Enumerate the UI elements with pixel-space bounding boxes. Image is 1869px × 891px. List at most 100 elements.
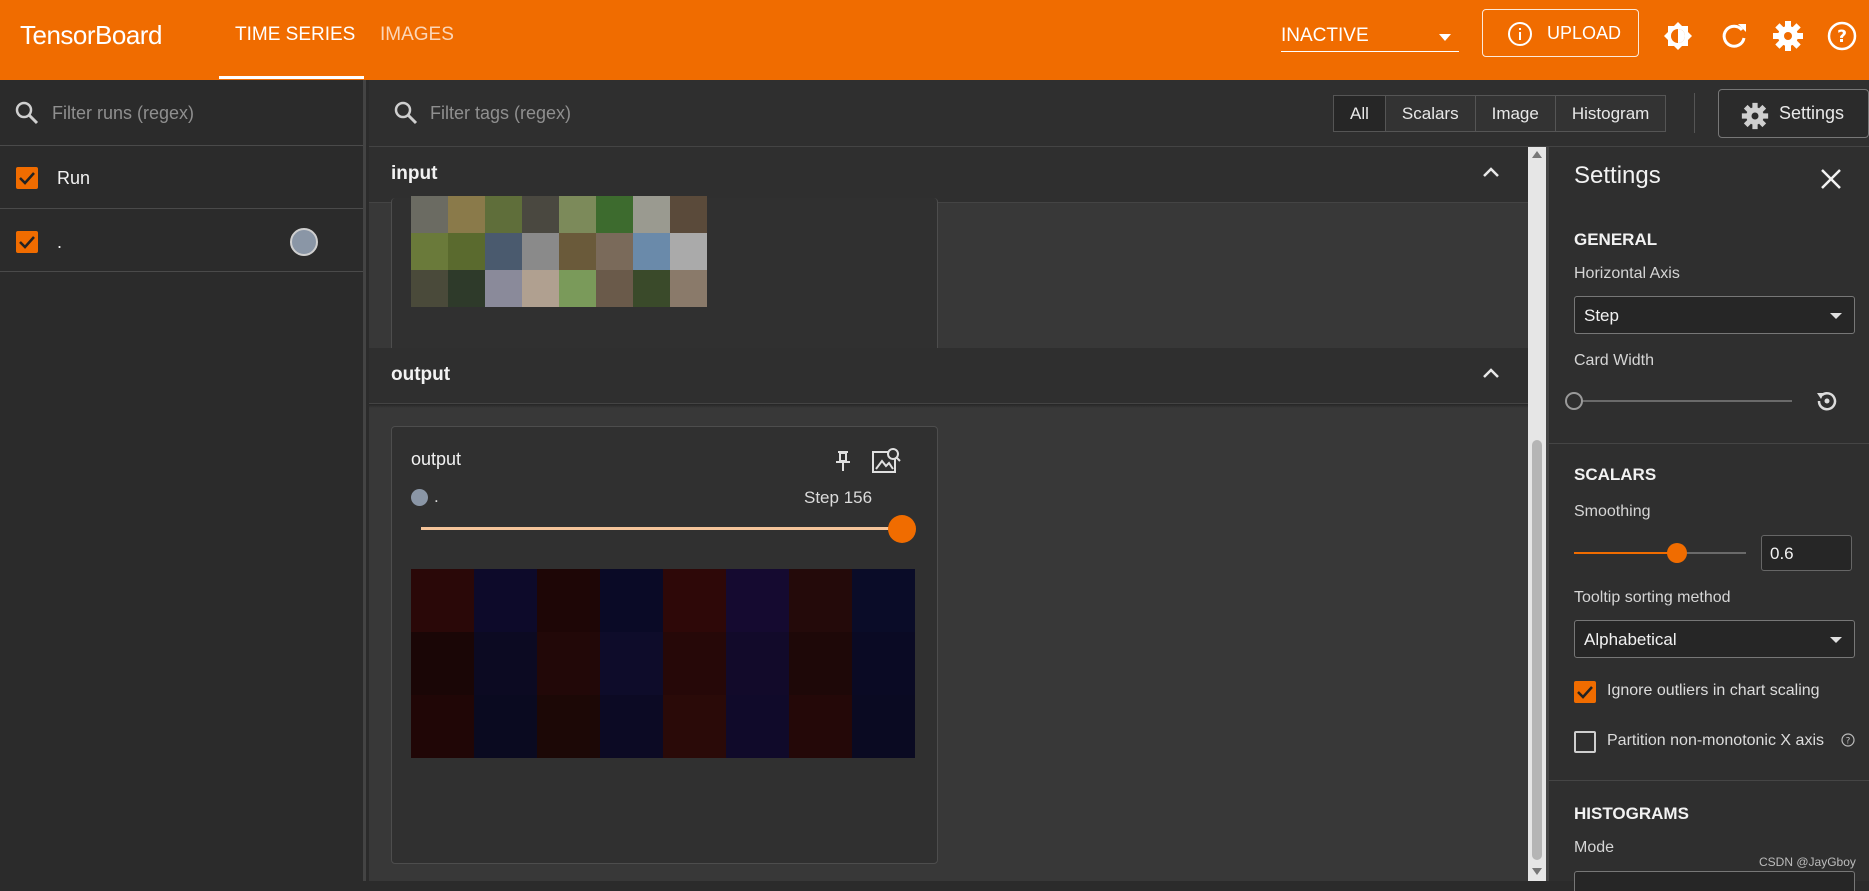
input-thumbnail	[522, 196, 559, 233]
smoothing-slider-track[interactable]	[1574, 543, 1746, 563]
output-thumbnail	[474, 569, 537, 632]
scroll-down-icon[interactable]	[1532, 868, 1542, 875]
output-thumbnail	[537, 569, 600, 632]
input-thumbnail	[670, 233, 707, 270]
card-width-slider-track[interactable]	[1565, 392, 1792, 410]
search-icon	[393, 100, 419, 131]
card-width-slider-thumb[interactable]	[1565, 392, 1583, 410]
tab-images[interactable]: IMAGES	[380, 24, 454, 46]
input-thumbnail	[522, 233, 559, 270]
output-thumbnail	[474, 632, 537, 695]
output-thumbnail	[411, 569, 474, 632]
run-name: .	[57, 232, 63, 252]
output-thumbnail	[789, 632, 852, 695]
input-image-grid[interactable]	[411, 196, 707, 307]
runs-header-row: Run	[0, 147, 363, 209]
runs-filter[interactable]: Filter runs (regex)	[0, 80, 363, 146]
output-thumbnail	[852, 632, 915, 695]
runs-pane: Filter runs (regex) Run .	[0, 80, 366, 881]
chevron-up-icon[interactable]	[1481, 366, 1501, 385]
output-thumbnail	[852, 569, 915, 632]
ignore-outliers-checkbox[interactable]	[1574, 681, 1596, 703]
gear-icon	[1741, 102, 1769, 135]
output-thumbnail	[600, 569, 663, 632]
output-thumbnail	[726, 695, 789, 758]
smoothing-input[interactable]: 0.6	[1761, 535, 1852, 571]
run-checkbox[interactable]	[16, 231, 38, 253]
tooltip-sort-label: Tooltip sorting method	[1574, 589, 1731, 606]
gear-icon[interactable]	[1772, 20, 1804, 52]
partition-x-axis-checkbox[interactable]	[1574, 731, 1596, 753]
run-column-label: Run	[57, 168, 91, 188]
refresh-icon[interactable]	[1718, 20, 1750, 52]
section-header-output[interactable]: output	[369, 348, 1528, 404]
tooltip-sort-select[interactable]: Alphabetical	[1574, 620, 1855, 658]
scroll-up-icon[interactable]	[1532, 151, 1542, 158]
pin-icon[interactable]	[833, 449, 853, 478]
tag-filter-input[interactable]: Filter tags (regex)	[430, 103, 571, 124]
settings-toggle-button[interactable]: Settings	[1718, 89, 1869, 138]
step-slider-thumb[interactable]	[888, 515, 916, 543]
upload-button[interactable]: UPLOAD	[1482, 9, 1639, 57]
active-tab-indicator	[219, 76, 364, 79]
input-thumbnail	[448, 233, 485, 270]
chevron-up-icon[interactable]	[1481, 165, 1501, 184]
mode-select[interactable]	[1574, 871, 1855, 891]
filter-histogram-button[interactable]: Histogram	[1556, 96, 1665, 131]
fullscreen-image-icon[interactable]	[871, 446, 901, 481]
chevron-down-icon	[1830, 313, 1842, 319]
section-header-input[interactable]: input	[369, 147, 1528, 203]
input-thumbnail	[485, 270, 522, 307]
help-icon[interactable]: ?	[1826, 20, 1858, 52]
output-thumbnail	[537, 632, 600, 695]
run-color-swatch[interactable]	[290, 228, 318, 256]
run-row[interactable]: .	[0, 210, 363, 272]
partition-x-axis-label: Partition non-monotonic X axis	[1607, 732, 1824, 749]
top-app-bar: TensorBoard TIME SERIES IMAGES INACTIVE …	[0, 0, 1869, 80]
histograms-heading: HISTOGRAMS	[1574, 804, 1689, 823]
input-thumbnail	[670, 270, 707, 307]
mode-label: Mode	[1574, 839, 1615, 856]
output-image-grid[interactable]	[411, 569, 915, 758]
reload-status-select[interactable]: INACTIVE	[1281, 22, 1459, 52]
card-width-label: Card Width	[1574, 352, 1655, 369]
scalars-heading: SCALARS	[1574, 465, 1657, 484]
input-thumbnail	[633, 196, 670, 233]
input-thumbnail	[522, 270, 559, 307]
reload-status-value: INACTIVE	[1281, 25, 1369, 46]
close-icon[interactable]	[1819, 167, 1843, 196]
main-scrollbar[interactable]	[1528, 147, 1546, 881]
theme-toggle-icon[interactable]	[1662, 20, 1694, 52]
settings-title: Settings	[1574, 162, 1661, 189]
app-brand[interactable]: TensorBoard	[20, 20, 162, 51]
horizontal-axis-label: Horizontal Axis	[1574, 265, 1680, 282]
help-icon[interactable]: ?	[1841, 733, 1855, 752]
tab-time-series[interactable]: TIME SERIES	[235, 24, 355, 46]
step-slider-track[interactable]	[421, 515, 916, 543]
section-shadow	[369, 404, 1528, 408]
filter-image-button[interactable]: Image	[1476, 96, 1556, 131]
reset-icon[interactable]	[1813, 387, 1841, 420]
smoothing-slider-thumb[interactable]	[1667, 543, 1688, 563]
info-icon	[1507, 21, 1533, 52]
input-thumbnail	[411, 270, 448, 307]
input-thumbnail	[633, 233, 670, 270]
svg-text:?: ?	[1846, 737, 1851, 747]
input-thumbnail	[670, 196, 707, 233]
ignore-outliers-label: Ignore outliers in chart scaling	[1607, 682, 1820, 699]
filter-scalars-button[interactable]: Scalars	[1386, 96, 1476, 131]
tooltip-sort-value: Alphabetical	[1584, 630, 1677, 649]
section-title: input	[391, 163, 438, 184]
input-thumbnail	[448, 270, 485, 307]
section-title: output	[391, 364, 451, 385]
horizontal-axis-select[interactable]: Step	[1574, 296, 1855, 334]
filter-all-button[interactable]: All	[1334, 96, 1386, 131]
general-heading: GENERAL	[1574, 230, 1658, 249]
output-thumbnail	[663, 695, 726, 758]
output-thumbnail	[726, 569, 789, 632]
input-thumbnail	[559, 233, 596, 270]
scrollbar-thumb[interactable]	[1532, 440, 1542, 860]
step-slider-fill	[421, 527, 902, 530]
watermark: CSDN @JayGboy	[1759, 855, 1856, 869]
run-select-all-checkbox[interactable]	[16, 167, 38, 189]
